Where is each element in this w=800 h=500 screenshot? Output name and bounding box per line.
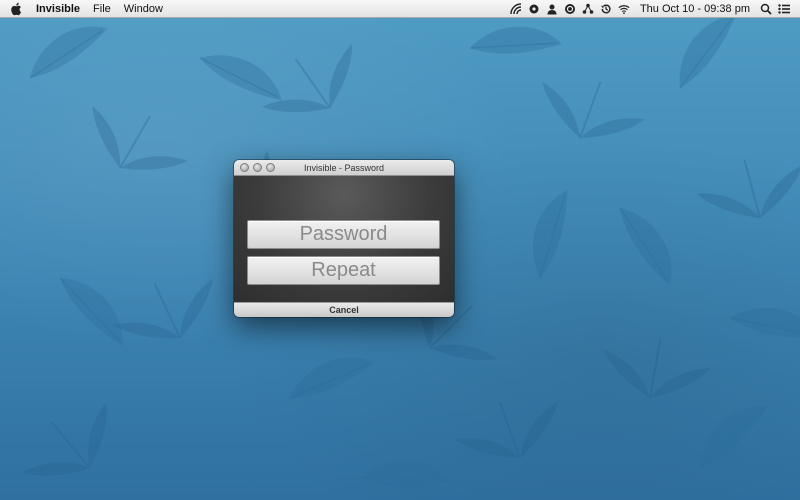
repeat-password-input[interactable] bbox=[247, 256, 440, 285]
status-area: Thu Oct 10 - 09:38 pm bbox=[510, 0, 800, 18]
notification-list-icon[interactable] bbox=[778, 3, 790, 15]
cancel-button[interactable]: Cancel bbox=[329, 305, 359, 315]
menu-clock[interactable]: Thu Oct 10 - 09:38 pm bbox=[640, 3, 750, 15]
wifi-signal-icon[interactable] bbox=[510, 3, 522, 15]
window-title: Invisible - Password bbox=[303, 163, 385, 173]
vpn-icon[interactable] bbox=[564, 3, 576, 15]
dialog-content bbox=[234, 176, 454, 302]
time-machine-icon[interactable] bbox=[600, 3, 612, 15]
wifi-icon[interactable] bbox=[618, 3, 630, 15]
user-icon[interactable] bbox=[546, 3, 558, 15]
apple-logo-icon[interactable] bbox=[10, 2, 24, 16]
window-titlebar[interactable]: Invisible - Password bbox=[234, 160, 454, 176]
menu-bar: Invisible File Window Thu Oct 10 - 09:38… bbox=[0, 0, 800, 18]
password-input[interactable] bbox=[247, 220, 440, 249]
menu-file[interactable]: File bbox=[93, 0, 111, 18]
network-icon[interactable] bbox=[582, 3, 594, 15]
gear-icon[interactable] bbox=[528, 3, 540, 15]
dialog-bottom-bar: Cancel bbox=[234, 302, 454, 317]
menu-app-name[interactable]: Invisible bbox=[36, 0, 80, 18]
spotlight-search-icon[interactable] bbox=[760, 3, 772, 15]
password-dialog: Invisible - Password Cancel bbox=[234, 160, 454, 317]
menu-window[interactable]: Window bbox=[124, 0, 163, 18]
